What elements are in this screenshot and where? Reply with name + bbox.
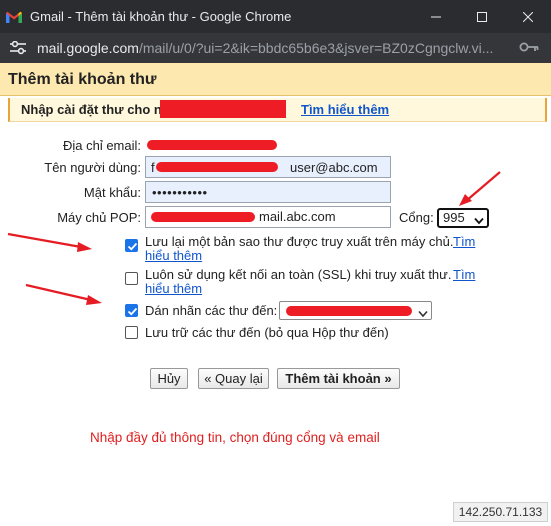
port-label: Cổng: <box>399 210 434 225</box>
password-label: Mật khẩu: <box>83 185 141 200</box>
pop-server-value: mail.abc.com <box>259 209 336 224</box>
label-select[interactable] <box>279 301 432 320</box>
port-value: 995 <box>443 210 465 225</box>
redacted-pop-mark <box>151 212 255 222</box>
redacted-username-mark <box>156 162 278 172</box>
checkmark-icon <box>127 307 138 316</box>
url-path: /mail/u/0/?ui=2&ik=bbdc65b6e3&jsver=BZ0z… <box>138 40 494 56</box>
browser-titlebar: Gmail - Thêm tài khoản thư - Google Chro… <box>0 0 551 33</box>
username-value: user@abc.com <box>290 160 378 175</box>
leave-copy-learn-more-link-cont[interactable]: hiểu thêm <box>145 248 202 263</box>
pop-server-input[interactable]: mail.abc.com <box>145 206 391 228</box>
maximize-button[interactable] <box>459 0 505 33</box>
label-incoming-checkbox[interactable] <box>125 304 138 317</box>
redacted-email-value <box>147 140 277 150</box>
cancel-button[interactable]: Hủy <box>150 368 188 389</box>
maximize-icon <box>477 11 487 22</box>
close-icon <box>523 11 533 22</box>
ssl-label: Luôn sử dụng kết nối an toàn (SSL) khi t… <box>145 267 452 282</box>
checkmark-icon <box>127 242 138 251</box>
port-select[interactable]: 995 <box>437 208 489 228</box>
redacted-email-mark <box>160 100 286 118</box>
add-account-button[interactable]: Thêm tài khoản » <box>277 368 400 389</box>
pop-server-label: Máy chủ POP: <box>57 210 141 225</box>
annotation-arrow-label-icon <box>25 283 102 305</box>
ssl-learn-more-link[interactable]: Tìm <box>453 267 475 282</box>
archive-checkbox[interactable] <box>125 326 138 339</box>
page-title: Thêm tài khoản thư <box>8 71 157 88</box>
label-incoming-label: Dán nhãn các thư đến: <box>145 303 278 318</box>
chevron-down-icon <box>418 306 428 321</box>
dialog-header: Thêm tài khoản thư <box>0 63 551 96</box>
leave-copy-checkbox[interactable] <box>125 239 138 252</box>
ssl-learn-more-link-cont[interactable]: hiểu thêm <box>145 281 202 296</box>
back-button[interactable]: « Quay lại <box>198 368 269 389</box>
learn-more-link[interactable]: Tìm hiểu thêm <box>301 102 389 117</box>
leave-copy-label: Lưu lại một bản sao thư được truy xuất t… <box>145 234 454 249</box>
annotation-note: Nhập đầy đủ thông tin, chọn đúng cổng và… <box>90 430 380 445</box>
close-button[interactable] <box>505 0 551 33</box>
address-bar[interactable]: mail.google.com/mail/u/0/?ui=2&ik=bbdc65… <box>0 33 551 63</box>
minimize-button[interactable] <box>413 0 459 33</box>
password-value: ••••••••••• <box>152 185 208 200</box>
minimize-icon <box>431 16 441 17</box>
window-title: Gmail - Thêm tài khoản thư - Google Chro… <box>30 9 292 24</box>
username-prefix: f <box>151 160 155 175</box>
url-text[interactable]: mail.google.com/mail/u/0/?ui=2&ik=bbdc65… <box>37 40 507 56</box>
username-label: Tên người dùng: <box>44 160 141 175</box>
password-input[interactable]: ••••••••••• <box>145 181 391 203</box>
archive-label: Lưu trữ các thư đến (bỏ qua Hộp thư đến) <box>145 325 389 340</box>
ssl-checkbox[interactable] <box>125 272 138 285</box>
annotation-arrow-leave-copy-icon <box>7 232 92 252</box>
ip-address-badge: 142.250.71.133 <box>453 502 548 522</box>
email-label: Địa chỉ email: <box>62 138 141 153</box>
password-key-icon[interactable] <box>519 40 539 57</box>
chevron-down-icon <box>474 213 484 229</box>
url-host: mail.google.com <box>37 40 139 56</box>
username-input[interactable]: f user@abc.com <box>145 156 391 178</box>
instruction-bar: Nhập cài đặt thư cho n Tìm hiểu thêm <box>8 98 547 122</box>
instruction-text: Nhập cài đặt thư cho n <box>21 102 162 117</box>
annotation-arrow-port-icon <box>459 171 501 206</box>
gmail-logo-icon <box>6 11 22 23</box>
redacted-label-mark <box>286 306 412 316</box>
site-settings-icon[interactable] <box>9 39 27 57</box>
leave-copy-learn-more-link[interactable]: Tìm <box>453 234 475 249</box>
